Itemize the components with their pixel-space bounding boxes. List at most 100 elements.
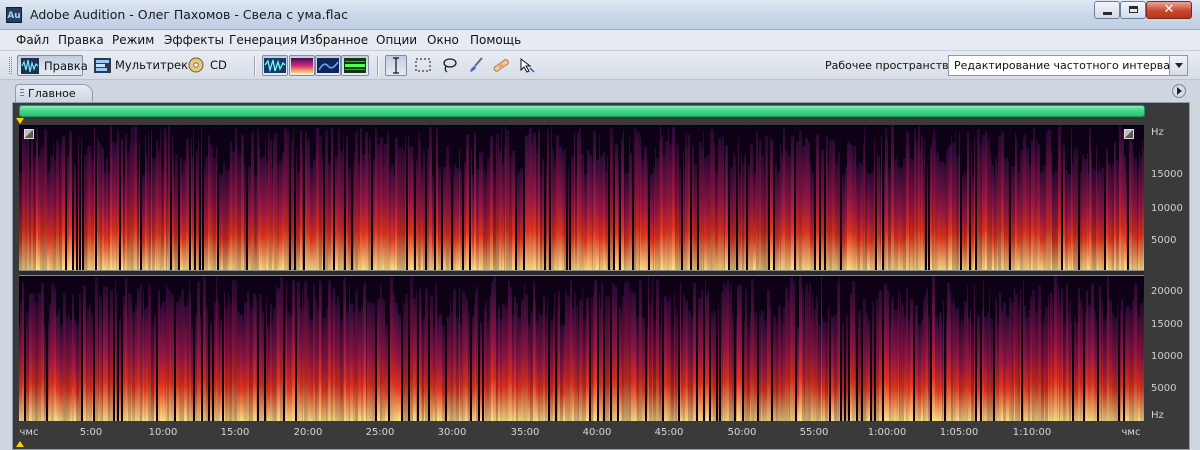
spectral-frequency-view-button[interactable]	[289, 55, 315, 76]
spectrogram-silence	[294, 125, 296, 270]
spectrogram-column	[316, 127, 319, 270]
spectrogram-column	[1018, 305, 1020, 421]
spectrogram-column	[487, 157, 490, 270]
spectrogram-column	[474, 133, 476, 270]
spectrogram-column	[186, 138, 189, 270]
spectrogram-column	[624, 283, 626, 421]
spectrogram-column	[951, 302, 953, 421]
zoom-handle-icon[interactable]	[24, 129, 34, 139]
spectrogram-column	[821, 277, 822, 421]
tab-main[interactable]: Главное	[15, 84, 93, 102]
spectrogram-column	[354, 151, 355, 270]
spectrogram-column	[683, 148, 684, 270]
spectrogram-column	[872, 302, 874, 421]
menu-edit[interactable]: Правка	[58, 33, 104, 47]
spectrogram-column	[114, 144, 116, 270]
menu-generate[interactable]: Генерация	[229, 33, 297, 47]
playhead-top-marker[interactable]	[16, 118, 24, 124]
spectrogram-column	[894, 159, 897, 270]
menu-favorites[interactable]: Избранное	[300, 33, 368, 47]
maximize-button[interactable]	[1120, 1, 1146, 19]
spectrogram-column	[639, 279, 642, 421]
spectrogram-column	[300, 129, 302, 270]
time-selection-tool-button[interactable]	[385, 55, 407, 76]
cd-mode-button[interactable]: CD	[186, 55, 232, 76]
spectrogram-column	[72, 294, 74, 421]
spectrogram-column	[81, 137, 82, 270]
spectrogram-column	[100, 297, 102, 421]
spectrogram-column	[50, 154, 53, 270]
move-tool-button[interactable]	[516, 55, 538, 76]
spectrogram-left-channel[interactable]	[19, 125, 1144, 270]
menu-help[interactable]: Помощь	[470, 33, 521, 47]
spectrogram-column	[737, 285, 740, 421]
workspace-dropdown[interactable]: Редактирование частотного интервала	[948, 55, 1188, 76]
spectrogram-column	[106, 287, 108, 421]
spectrogram-silence	[856, 276, 857, 421]
marquee-tool-button[interactable]	[412, 55, 434, 76]
spectrogram-column	[257, 128, 259, 270]
spectrogram-silence	[1021, 276, 1023, 421]
spectrogram-column	[297, 281, 300, 421]
spectrogram-silence	[1104, 125, 1105, 270]
spectrogram-column	[955, 130, 956, 270]
spectrogram-column	[805, 284, 808, 421]
playhead-bottom-marker[interactable]	[16, 441, 24, 447]
time-label: 1:05:00	[939, 427, 979, 438]
spectrogram-column	[1012, 166, 1015, 270]
time-label: 30:00	[437, 427, 467, 438]
spectrogram-column	[348, 170, 349, 270]
edit-mode-button[interactable]: Правка	[17, 55, 88, 76]
spectrogram-column	[393, 293, 395, 421]
spectrogram-silence	[697, 125, 699, 270]
spectrogram-column	[756, 129, 758, 270]
spectrogram-column	[206, 306, 208, 421]
menu-window[interactable]: Окно	[427, 33, 459, 47]
menu-view[interactable]: Режим	[112, 33, 154, 47]
spectrogram-column	[788, 300, 789, 421]
toolbar-separator	[254, 56, 255, 76]
spectrogram-column	[1045, 306, 1048, 421]
spectrogram-column	[596, 159, 599, 270]
waveform-view-button[interactable]	[262, 55, 288, 76]
chevron-down-icon[interactable]	[1169, 56, 1187, 75]
toolbar-grip[interactable]	[9, 57, 12, 74]
spectrogram-column	[949, 145, 951, 270]
spectrogram-column	[525, 294, 528, 421]
spectrogram-column	[636, 317, 637, 421]
spectrogram-column	[954, 302, 955, 421]
spectrogram-column	[36, 127, 38, 270]
spot-healing-tool-button[interactable]	[490, 55, 512, 76]
close-icon: ✕	[1163, 2, 1175, 17]
workspace-value: Редактирование частотного интервала	[954, 59, 1184, 72]
panel-menu-icon[interactable]	[1172, 84, 1186, 98]
overview-bar[interactable]	[19, 105, 1145, 117]
spectrogram-column	[59, 172, 60, 270]
menu-options[interactable]: Опции	[376, 33, 417, 47]
spectrogram-right-channel[interactable]	[19, 276, 1144, 421]
spectrogram-column	[1068, 174, 1069, 270]
spectrogram-column	[459, 148, 460, 270]
lasso-tool-button[interactable]	[438, 55, 460, 76]
menu-effects[interactable]: Эффекты	[164, 33, 224, 47]
spectrogram-column	[927, 165, 928, 270]
multitrack-mode-button[interactable]: Мультитрек	[92, 55, 188, 76]
minimize-button[interactable]	[1094, 1, 1120, 19]
spectrogram-column	[810, 161, 811, 270]
zoom-handle-icon[interactable]	[1124, 129, 1134, 139]
spectrogram-column	[724, 167, 725, 270]
menu-file[interactable]: Файл	[16, 33, 49, 47]
spectrogram-column	[887, 137, 888, 270]
spectrogram-column	[131, 295, 132, 421]
spectrogram-silence	[289, 125, 290, 270]
spectral-pan-view-button[interactable]	[315, 55, 341, 76]
close-button[interactable]: ✕	[1146, 1, 1192, 19]
spectrogram-column	[315, 299, 317, 421]
spectrogram-column	[633, 292, 636, 421]
spectrogram-column	[647, 325, 648, 421]
spectral-phase-view-button[interactable]	[341, 55, 369, 76]
spectrogram-column	[422, 319, 424, 421]
time-ruler[interactable]: чмс 5:00 10:00 15:00 20:00 25:00 30:00 3…	[19, 424, 1179, 442]
spectrogram-column	[831, 316, 834, 421]
brush-tool-button[interactable]	[465, 55, 487, 76]
